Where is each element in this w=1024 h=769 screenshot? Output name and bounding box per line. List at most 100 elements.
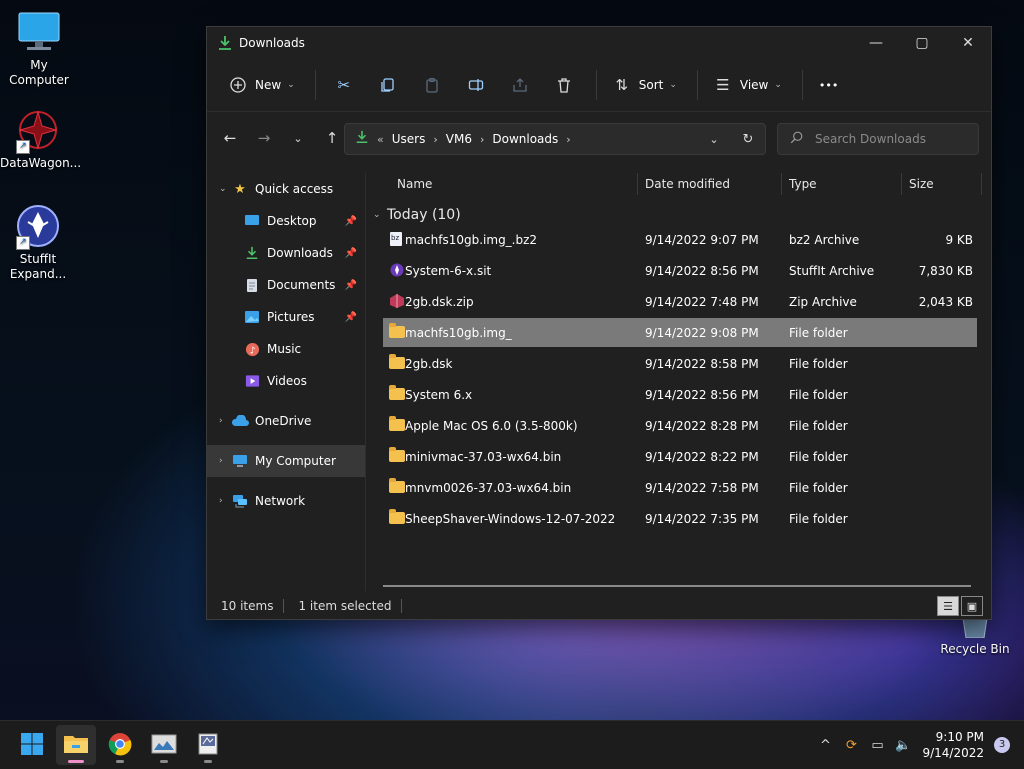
sidebar-item-label: Music <box>267 342 302 356</box>
folder-icon <box>389 509 405 526</box>
sort-button[interactable]: ⇅ Sort ⌄ <box>605 69 685 101</box>
sidebar-item-label: Downloads <box>267 246 333 260</box>
chevron-right-icon: › <box>479 132 485 146</box>
search-input[interactable] <box>813 131 967 147</box>
sidebar-item-network[interactable]: › Network <box>207 485 365 517</box>
breadcrumb-users[interactable]: Users › <box>392 132 438 146</box>
tray-sync-button[interactable]: ⟳ <box>838 738 864 753</box>
sidebar-item-videos[interactable]: Videos <box>207 365 365 397</box>
sidebar-item-label: Pictures <box>267 310 315 324</box>
notification-badge[interactable]: 3 <box>994 737 1010 753</box>
table-row[interactable]: System 6.x 9/14/2022 8:56 PM File folder <box>383 380 977 409</box>
sidebar-item-music[interactable]: ♪ Music <box>207 333 365 365</box>
datawagon-icon: ↗ <box>16 108 60 154</box>
selection-count: 1 item selected <box>288 599 403 613</box>
file-type: File folder <box>789 326 848 340</box>
group-header[interactable]: ⌄ Today (10) <box>367 203 987 227</box>
table-row[interactable]: machfs10gb.img_ 9/14/2022 9:08 PM File f… <box>383 318 977 347</box>
column-header-date[interactable]: Date modified <box>637 173 782 195</box>
details-view-button[interactable]: ☰ <box>937 596 959 616</box>
breadcrumb-vm6[interactable]: VM6 › <box>446 132 485 146</box>
tray-volume-button[interactable]: 🔈 <box>890 738 916 753</box>
clock-time: 9:10 PM <box>935 730 984 744</box>
app-window-icon <box>198 733 218 758</box>
table-row[interactable]: mnvm0026-37.03-wx64.bin 9/14/2022 7:58 P… <box>383 473 977 502</box>
plus-circle-icon <box>229 76 247 94</box>
delete-button[interactable] <box>544 69 584 101</box>
search-icon <box>790 131 803 148</box>
rename-button[interactable] <box>456 69 496 101</box>
taskbar-app[interactable] <box>188 725 228 765</box>
running-indicator <box>160 760 168 763</box>
column-header-type[interactable]: Type <box>781 173 902 195</box>
table-row[interactable]: 2gb.dsk.zip 9/14/2022 7:48 PM Zip Archiv… <box>383 287 977 316</box>
file-size: 7,830 KB <box>918 264 973 278</box>
tray-network-button[interactable]: ▭ <box>864 738 890 753</box>
pin-icon[interactable]: 📌 <box>345 216 357 227</box>
sidebar-item-label: Documents <box>267 278 336 292</box>
sidebar-item-quick-access[interactable]: ⌄ ★ Quick access <box>207 173 365 205</box>
pin-icon[interactable]: 📌 <box>345 248 357 259</box>
file-size: 9 KB <box>945 233 973 247</box>
sidebar-item-downloads[interactable]: Downloads 📌 <box>207 237 365 269</box>
file-type: File folder <box>789 481 848 495</box>
sidebar-item-onedrive[interactable]: › OneDrive <box>207 405 365 437</box>
sidebar-item-desktop[interactable]: Desktop 📌 <box>207 205 365 237</box>
tray-overflow-button[interactable]: ^ <box>812 738 838 753</box>
refresh-button[interactable]: ↻ <box>731 132 765 147</box>
share-button[interactable] <box>500 69 540 101</box>
folder-icon <box>389 354 405 371</box>
search-box[interactable] <box>777 123 979 155</box>
breadcrumb-downloads[interactable]: Downloads › <box>492 132 570 146</box>
view-button[interactable]: ☰ View ⌄ <box>706 69 790 101</box>
table-row[interactable]: minivmac-37.03-wx64.bin 9/14/2022 8:22 P… <box>383 442 977 471</box>
column-header-size[interactable]: Size <box>901 173 982 195</box>
file-type: File folder <box>789 450 848 464</box>
pin-icon[interactable]: 📌 <box>345 312 357 323</box>
address-history-button[interactable]: ⌄ <box>697 132 731 147</box>
paste-button[interactable] <box>412 69 452 101</box>
taskbar-file-explorer[interactable] <box>56 725 96 765</box>
taskbar-chrome[interactable] <box>100 725 140 765</box>
recent-locations-button[interactable]: ⌄ <box>283 123 313 153</box>
sidebar-item-documents[interactable]: Documents 📌 <box>207 269 365 301</box>
desktop-icon-my-computer[interactable]: My Computer <box>1 10 77 88</box>
sidebar-item-pictures[interactable]: Pictures 📌 <box>207 301 365 333</box>
table-row[interactable]: SheepShaver-Windows-12-07-2022 9/14/2022… <box>383 504 977 533</box>
table-row[interactable]: bz machfs10gb.img_.bz2 9/14/2022 9:07 PM… <box>383 225 977 254</box>
column-header-name[interactable]: Name <box>389 173 638 195</box>
start-button[interactable] <box>12 725 52 765</box>
desktop-icon-stuffit[interactable]: ↗ StuffIt Expand... <box>0 204 76 282</box>
file-name: machfs10gb.img_ <box>405 326 512 340</box>
table-row[interactable]: 2gb.dsk 9/14/2022 8:58 PM File folder <box>383 349 977 378</box>
table-row[interactable]: Apple Mac OS 6.0 (3.5-800k) 9/14/2022 8:… <box>383 411 977 440</box>
breadcrumb-label: Users <box>391 132 426 146</box>
address-bar[interactable]: « Users › VM6 › Downloads › ⌄ ↻ <box>344 123 766 155</box>
taskbar-mini-vmac[interactable] <box>144 725 184 765</box>
pin-icon[interactable]: 📌 <box>345 280 357 291</box>
forward-button[interactable]: → <box>249 123 279 153</box>
cut-button[interactable]: ✂ <box>324 69 364 101</box>
table-row[interactable]: System-6-x.sit 9/14/2022 8:56 PM StuffIt… <box>383 256 977 285</box>
desktop-icon-label: DataWagon... <box>0 156 82 170</box>
more-options-button[interactable]: ••• <box>811 69 846 101</box>
clock[interactable]: 9:10 PM 9/14/2022 <box>922 729 984 761</box>
desktop-icon <box>243 212 261 230</box>
copy-button[interactable] <box>368 69 408 101</box>
explorer-window[interactable]: Downloads — ▢ ✕ New ⌄ ✂ ⇅ Sort ⌄ ☰ View … <box>206 26 992 620</box>
maximize-button[interactable]: ▢ <box>899 27 945 59</box>
sidebar-item-label: Quick access <box>255 182 334 196</box>
minimize-button[interactable]: — <box>853 27 899 59</box>
new-button[interactable]: New ⌄ <box>221 69 303 101</box>
up-button[interactable]: ↑ <box>317 123 347 153</box>
sidebar-item-my-computer[interactable]: › My Computer <box>207 445 365 477</box>
title-bar[interactable]: Downloads — ▢ ✕ <box>207 27 991 59</box>
monitor-icon <box>231 452 249 470</box>
view-list-icon: ☰ <box>716 76 730 94</box>
tiles-view-button[interactable]: ▣ <box>961 596 983 616</box>
back-button[interactable]: ← <box>215 123 245 153</box>
horizontal-scrollbar[interactable] <box>383 585 971 587</box>
close-button[interactable]: ✕ <box>945 27 991 59</box>
desktop-icon-datawagon[interactable]: ↗ DataWagon... <box>0 108 81 171</box>
breadcrumb-overflow[interactable]: « <box>377 133 384 146</box>
